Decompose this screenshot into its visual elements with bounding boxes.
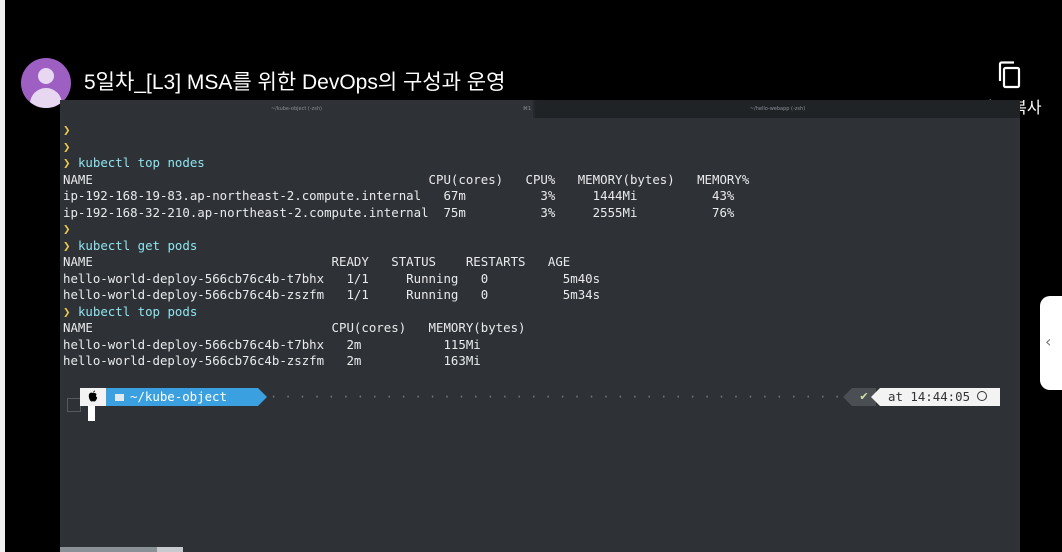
chevron-left-icon: ‹	[1045, 332, 1052, 351]
terminal-command: kubectl top pods	[77, 303, 198, 319]
terminal-cursor-box	[67, 398, 81, 412]
terminal-output-line: NAME CPU(cores) CPU% MEMORY(bytes) MEMOR…	[63, 172, 749, 189]
prompt-arrow: ❯	[63, 303, 71, 319]
terminal-prompt-line: ❯	[63, 122, 749, 139]
terminal-command: kubectl get pods	[77, 237, 198, 253]
current-directory: ~/kube-object	[130, 389, 227, 404]
tab-label: ~/hello-webapp (-zsh)	[749, 106, 806, 112]
left-edge-bar	[0, 0, 5, 552]
terminal-output-text: ip-192-168-32-210.ap-northeast-2.compute…	[63, 204, 735, 220]
prompt-arrow: ❯	[63, 138, 71, 154]
time-segment: at 14:44:05	[871, 388, 1000, 406]
side-panel-toggle[interactable]: ‹	[1040, 296, 1062, 390]
folder-icon	[115, 394, 124, 401]
terminal-prompt-line: ❯ kubectl get pods	[63, 238, 749, 255]
tab-kube-object[interactable]: ~/kube-object (-zsh) ⌘1	[60, 100, 533, 118]
copy-icon	[998, 61, 1021, 89]
terminal-output-text: NAME READY STATUS RESTARTS AGE	[63, 254, 571, 269]
video-title: 5일차_[L3] MSA를 위한 DevOps의 구성과 운영	[84, 71, 506, 94]
terminal-prompt-line: ❯	[63, 139, 749, 156]
terminal-output-line: hello-world-deploy-566cb76c4b-zszfm 1/1 …	[63, 287, 749, 304]
terminal-output-text: ip-192-168-19-83.ap-northeast-2.compute.…	[63, 188, 735, 203]
prompt-arrow: ❯	[63, 122, 71, 137]
tab-label: ~/kube-object (-zsh)	[270, 106, 323, 112]
terminal-output-text: hello-world-deploy-566cb76c4b-zszfm 2m 1…	[63, 353, 481, 368]
terminal-output-line: ip-192-168-32-210.ap-northeast-2.compute…	[63, 205, 749, 222]
terminal-output-line: hello-world-deploy-566cb76c4b-t7bhx 2m 1…	[63, 337, 749, 354]
terminal-output-text: NAME CPU(cores) MEMORY(bytes)	[63, 320, 526, 335]
terminal-output-text: hello-world-deploy-566cb76c4b-t7bhx 1/1 …	[63, 270, 601, 286]
terminal-tab-bar: ~/kube-object (-zsh) ⌘1 ~/hello-webapp (…	[60, 100, 1020, 118]
terminal-output-line: NAME READY STATUS RESTARTS AGE	[63, 254, 749, 271]
terminal-output: ❯ ❯ ❯ kubectl top nodes NAME CPU(cores) CPU…	[63, 122, 749, 370]
prompt-arrow: ❯	[63, 237, 71, 253]
terminal-prompt-line: ❯	[63, 221, 749, 238]
terminal-output-text: hello-world-deploy-566cb76c4b-t7bhx 2m 1…	[63, 336, 481, 352]
clock-icon	[977, 391, 988, 401]
prompt-filler: · · · · · · · · · · · · · · · · · · · · …	[270, 390, 850, 404]
prompt-arrow: ❯	[63, 221, 71, 236]
apple-icon	[88, 390, 98, 402]
thumbnail-strip	[60, 547, 183, 552]
terminal-output-line: NAME CPU(cores) MEMORY(bytes)	[63, 320, 749, 337]
directory-segment: ~/kube-object	[106, 388, 267, 406]
terminal-prompt-line: ❯ kubectl top nodes	[63, 155, 749, 172]
apple-segment	[80, 388, 106, 406]
prompt-time: at 14:44:05	[888, 389, 971, 404]
mouse-cursor	[88, 406, 95, 421]
tab-hello-webapp[interactable]: ~/hello-webapp (-zsh)	[535, 100, 1020, 118]
terminal-output-text: hello-world-deploy-566cb76c4b-zszfm 1/1 …	[63, 287, 601, 302]
terminal-output-line: hello-world-deploy-566cb76c4b-zszfm 2m 1…	[63, 353, 749, 370]
prompt-arrow: ❯	[63, 155, 71, 170]
tab-shortcut: ⌘1	[522, 106, 531, 112]
prompt-bar: ~/kube-object · · · · · · · · · · · · · …	[80, 388, 1002, 406]
terminal-command: kubectl top nodes	[77, 155, 205, 170]
video-player[interactable]: ~/kube-object (-zsh) ⌘1 ~/hello-webapp (…	[60, 100, 1020, 552]
avatar-head	[38, 68, 54, 84]
terminal-output-text: NAME CPU(cores) CPU% MEMORY(bytes) MEMOR…	[63, 171, 750, 187]
terminal-output-line: hello-world-deploy-566cb76c4b-t7bhx 1/1 …	[63, 271, 749, 288]
thumbnail-segment	[157, 547, 183, 552]
terminal-prompt-line: ❯ kubectl top pods	[63, 304, 749, 321]
avatar-body	[30, 88, 62, 108]
terminal-output-line: ip-192-168-19-83.ap-northeast-2.compute.…	[63, 188, 749, 205]
